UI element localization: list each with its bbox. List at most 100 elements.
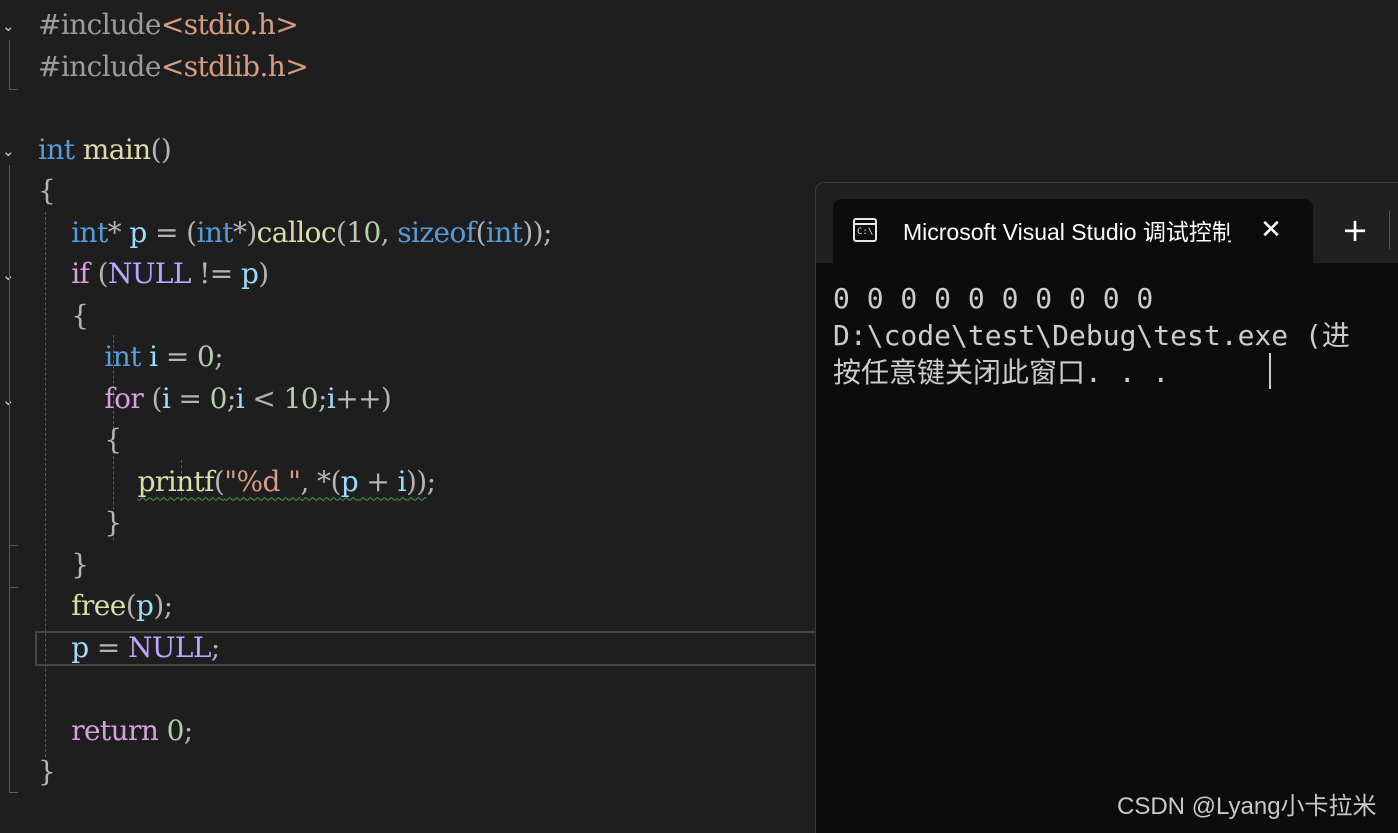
code-line[interactable]: }: [38, 503, 122, 543]
tab-title: Microsoft Visual Studio 调试控制台: [903, 219, 1231, 245]
watermark: CSDN @Lyang小卡拉米: [1117, 793, 1377, 820]
code-token: = (: [146, 215, 197, 249]
code-token: p: [129, 215, 147, 249]
code-token: (: [125, 589, 137, 622]
fold-region-end: [9, 545, 18, 546]
code-token: {: [71, 298, 89, 332]
code-token: =: [88, 630, 128, 664]
code-token: , *(: [300, 464, 341, 498]
code-line[interactable]: }: [38, 752, 56, 792]
code-line[interactable]: p = NULL;: [38, 628, 220, 668]
code-token: =: [170, 381, 210, 415]
code-line[interactable]: #include<stdlib.h>: [38, 47, 309, 87]
code-token: ;: [214, 340, 224, 373]
code-token: (: [213, 464, 225, 498]
code-token: 10: [283, 381, 319, 415]
code-token: int: [196, 215, 233, 249]
terminal-icon: C:\: [853, 218, 877, 242]
code-line[interactable]: return 0;: [38, 711, 193, 751]
code-token: int: [71, 215, 108, 249]
code-token: }: [38, 755, 56, 788]
code-token: NULL: [128, 630, 211, 664]
fold-chevron-icon[interactable]: ⌄: [2, 143, 18, 159]
code-token: ;: [226, 381, 236, 415]
debug-console-window[interactable]: C:\ Microsoft Visual Studio 调试控制台 ✕ + 0 …: [815, 182, 1398, 833]
console-output-line: D:\code\test\Debug\test.exe (进: [833, 319, 1350, 352]
tab-divider: [1389, 211, 1390, 249]
code-token: for: [104, 381, 144, 415]
console-titlebar[interactable]: C:\ Microsoft Visual Studio 调试控制台 ✕ +: [816, 183, 1398, 263]
code-line[interactable]: #include<stdio.h>: [38, 5, 299, 45]
code-token: i: [397, 464, 407, 498]
fold-region-line: [9, 40, 10, 90]
code-line[interactable]: int i = 0;: [38, 337, 223, 377]
code-token: =: [157, 340, 197, 373]
code-line[interactable]: }: [38, 545, 89, 585]
code-token: printf: [137, 464, 215, 498]
code-token: free: [71, 589, 126, 622]
code-token: {: [104, 423, 122, 456]
fold-chevron-icon[interactable]: ⌄: [2, 267, 18, 283]
code-token: (): [150, 132, 172, 166]
code-token: ;: [318, 381, 327, 415]
console-tab[interactable]: C:\ Microsoft Visual Studio 调试控制台 ✕: [833, 199, 1313, 263]
code-token: NULL: [107, 257, 191, 290]
code-token: *: [107, 215, 130, 249]
code-line[interactable]: {: [38, 171, 56, 211]
fold-chevron-icon[interactable]: ⌄: [2, 392, 18, 408]
code-line[interactable]: printf("%d ", *(p + i));: [38, 462, 436, 502]
code-token: 0: [209, 381, 228, 415]
code-token: return: [71, 713, 159, 747]
code-token: i: [235, 381, 245, 415]
code-line[interactable]: int main(): [38, 130, 172, 170]
fold-chevron-icon[interactable]: ⌄: [2, 18, 18, 34]
code-token: int: [38, 132, 75, 166]
code-token: p: [136, 589, 154, 622]
code-token: i: [149, 340, 158, 373]
new-tab-button[interactable]: +: [1338, 213, 1372, 247]
code-token: if: [71, 257, 90, 290]
fold-region-end: [9, 587, 18, 588]
code-token: (: [89, 257, 109, 290]
code-token: ));: [522, 215, 552, 249]
code-token: }: [71, 547, 89, 581]
close-tab-icon[interactable]: ✕: [1256, 215, 1286, 245]
code-token: +: [358, 464, 398, 498]
code-token: p: [71, 630, 89, 664]
code-token: i: [326, 381, 336, 415]
code-line[interactable]: {: [38, 296, 89, 336]
code-line[interactable]: free(p);: [38, 586, 173, 626]
console-output-line: 按任意键关闭此窗口. . .: [833, 356, 1170, 389]
code-token: p: [240, 257, 259, 290]
code-token: <: [244, 381, 284, 415]
code-token: int: [104, 340, 141, 373]
fold-region-end: [9, 792, 18, 793]
code-token: (: [475, 215, 487, 249]
code-line[interactable]: int* p = (int*)calloc(10, sizeof(int));: [38, 213, 552, 253]
code-token: *): [232, 215, 257, 249]
code-line[interactable]: for (i = 0;i < 10;i++): [38, 379, 391, 419]
code-token: #include: [38, 49, 161, 83]
code-token: sizeof: [397, 215, 476, 249]
code-line[interactable]: if (NULL != p): [38, 254, 269, 294]
code-token: {: [38, 174, 56, 207]
code-token: #include: [38, 8, 161, 41]
code-token: (: [335, 215, 347, 249]
code-token: <stdlib.h>: [160, 49, 309, 83]
code-line[interactable]: {: [38, 420, 122, 460]
code-token: 0: [197, 340, 215, 373]
code-token: ,: [380, 215, 398, 249]
fold-region-end: [9, 89, 18, 90]
code-token: ++): [335, 381, 392, 415]
